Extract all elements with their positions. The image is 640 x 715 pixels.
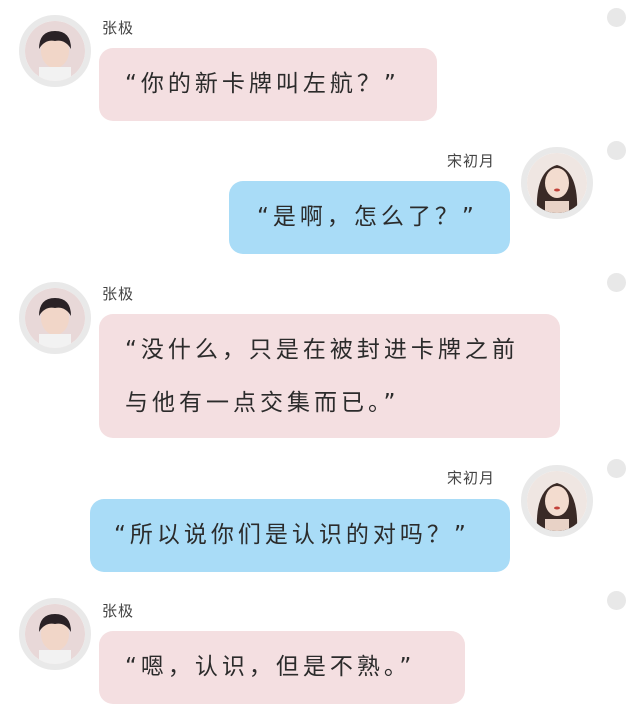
message-select-dot[interactable] xyxy=(607,141,626,160)
message-select-dot[interactable] xyxy=(607,8,626,27)
sender-name: 张极 xyxy=(102,285,135,303)
avatar[interactable] xyxy=(521,465,593,537)
sender-name: 宋初月 xyxy=(447,152,496,170)
message-bubble[interactable]: “是啊，怎么了？” xyxy=(229,181,510,254)
message-bubble[interactable]: “没什么，只是在被封进卡牌之前与他有一点交集而已。” xyxy=(99,314,560,438)
message-select-dot[interactable] xyxy=(607,273,626,292)
message-select-dot[interactable] xyxy=(607,459,626,478)
girl-avatar-icon xyxy=(527,471,587,531)
boy-avatar-icon xyxy=(25,288,85,348)
message-bubble[interactable]: “你的新卡牌叫左航？” xyxy=(99,48,437,121)
message-text: “嗯，认识，但是不熟。” xyxy=(125,654,416,680)
sender-name: 张极 xyxy=(102,602,135,620)
message-text: “是啊，怎么了？” xyxy=(257,204,478,230)
boy-avatar-icon xyxy=(25,21,85,81)
sender-name: 宋初月 xyxy=(447,469,496,487)
message-text: “没什么，只是在被封进卡牌之前与他有一点交集而已。” xyxy=(125,337,519,416)
girl-avatar-icon xyxy=(527,153,587,213)
boy-avatar-icon xyxy=(25,604,85,664)
avatar[interactable] xyxy=(19,598,91,670)
message-bubble[interactable]: “所以说你们是认识的对吗？” xyxy=(90,499,510,572)
avatar[interactable] xyxy=(521,147,593,219)
avatar[interactable] xyxy=(19,15,91,87)
avatar[interactable] xyxy=(19,282,91,354)
message-bubble[interactable]: “嗯，认识，但是不熟。” xyxy=(99,631,465,704)
message-text: “所以说你们是认识的对吗？” xyxy=(114,522,470,548)
message-text: “你的新卡牌叫左航？” xyxy=(125,71,400,97)
message-select-dot[interactable] xyxy=(607,591,626,610)
sender-name: 张极 xyxy=(102,19,135,37)
